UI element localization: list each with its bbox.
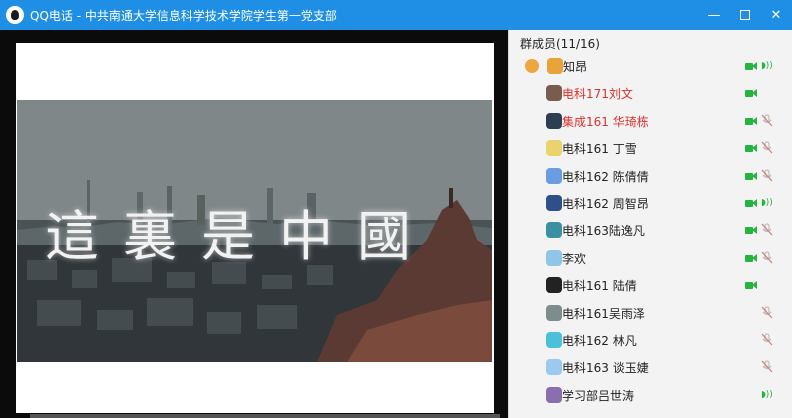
video-camera-icon bbox=[745, 89, 757, 98]
member-name: 电科161 丁雪 bbox=[562, 142, 637, 157]
user-avatar-orange bbox=[547, 58, 563, 74]
user-avatar-navy bbox=[546, 195, 562, 211]
video-camera-icon bbox=[745, 253, 757, 263]
user-avatar-lightblue bbox=[546, 359, 562, 376]
qq-logo-icon bbox=[6, 6, 24, 24]
member-name: 电科162 陈倩倩 bbox=[562, 169, 649, 184]
member-name: 集成161 华琦栋 bbox=[562, 114, 649, 129]
window-title: QQ电话 - 中共南通大学信息科学技术学院学生第一党支部 bbox=[30, 8, 337, 23]
speaking-icon: ◗)) bbox=[761, 389, 773, 400]
video-camera-icon bbox=[745, 199, 757, 208]
member-row[interactable]: 电科171刘文 bbox=[509, 80, 792, 107]
caption-char: 國 bbox=[357, 205, 413, 268]
title-bar: QQ电话 - 中共南通大学信息科学技术学院学生第一党支部 — ✕ bbox=[0, 0, 792, 30]
member-name: 知昂 bbox=[563, 60, 588, 74]
shared-screen-frame: 這 裏 是 中 國 bbox=[16, 43, 494, 413]
member-row[interactable]: 电科163陆逸凡 bbox=[509, 217, 792, 244]
user-avatar-blue bbox=[546, 167, 562, 184]
user-avatar-teal bbox=[546, 222, 562, 239]
member-row[interactable]: 电科163 谈玉婕 bbox=[509, 354, 792, 381]
mic-muted-icon bbox=[761, 114, 773, 130]
member-name: 电科163陆逸凡 bbox=[562, 224, 645, 239]
video-camera-icon bbox=[745, 171, 757, 181]
maximize-button[interactable] bbox=[740, 10, 750, 20]
speaking-icon: ◗)) bbox=[761, 198, 773, 208]
user-avatar-sky bbox=[546, 249, 562, 266]
mic-muted-icon bbox=[761, 360, 773, 376]
owner-icon bbox=[525, 59, 539, 73]
member-row[interactable]: 学习部吕世涛 ◗)) bbox=[509, 382, 792, 409]
user-avatar-grey bbox=[546, 304, 562, 321]
video-camera-icon bbox=[745, 116, 757, 126]
member-row[interactable]: 电科162 陈倩倩 bbox=[509, 163, 792, 190]
thumbnail-strip bbox=[30, 414, 500, 418]
member-name: 电科171刘文 bbox=[562, 87, 633, 102]
user-avatar-cyan bbox=[546, 332, 562, 348]
member-name: 电科162 周智昂 bbox=[562, 197, 649, 211]
close-button[interactable]: ✕ bbox=[768, 8, 784, 23]
member-row[interactable]: 李欢 bbox=[509, 245, 792, 272]
member-row[interactable]: 电科162 林凡 bbox=[509, 327, 792, 354]
member-name: 李欢 bbox=[562, 251, 587, 266]
mic-muted-icon bbox=[761, 305, 773, 322]
mic-muted-icon bbox=[761, 251, 773, 267]
video-camera-icon bbox=[745, 144, 757, 153]
caption-char: 中 bbox=[279, 205, 335, 268]
member-row[interactable]: 电科161 陆倩 bbox=[509, 272, 792, 299]
member-count-header: 群成员(11/16) bbox=[520, 37, 600, 51]
member-panel: 群成员(11/16) 知昂 ◗)) 电科171刘文集成161 华琦栋 电科161 丁雪… bbox=[508, 30, 792, 418]
caption-char: 裏 bbox=[123, 205, 179, 268]
member-name: 电科163 谈玉婕 bbox=[562, 361, 649, 376]
member-row[interactable]: 知昂 ◗)) bbox=[509, 53, 792, 80]
minimize-button[interactable]: — bbox=[706, 8, 722, 23]
mic-muted-icon bbox=[761, 141, 773, 157]
user-avatar-dark bbox=[546, 112, 562, 129]
member-name: 电科162 林凡 bbox=[562, 334, 637, 348]
mic-muted-icon bbox=[761, 333, 773, 349]
video-camera-icon bbox=[745, 281, 757, 290]
mic-muted-icon bbox=[761, 223, 773, 239]
member-name: 电科161吴雨泽 bbox=[562, 306, 645, 321]
user-avatar-purple bbox=[546, 386, 562, 403]
video-camera-icon bbox=[745, 62, 757, 71]
video-content: 這 裏 是 中 國 bbox=[17, 100, 492, 362]
user-avatar-yellow bbox=[546, 140, 562, 157]
member-name: 电科161 陆倩 bbox=[562, 279, 637, 294]
video-camera-icon bbox=[745, 226, 757, 235]
member-row[interactable]: 电科162 周智昂 ◗)) bbox=[509, 190, 792, 217]
speaking-icon: ◗)) bbox=[761, 61, 773, 71]
video-caption: 這 裏 是 中 國 bbox=[45, 192, 413, 271]
member-row[interactable]: 电科161吴雨泽 bbox=[509, 300, 792, 327]
video-stage: 這 裏 是 中 國 bbox=[0, 30, 508, 418]
user-avatar-photo bbox=[546, 85, 562, 102]
member-row[interactable]: 电科161 丁雪 bbox=[509, 135, 792, 162]
member-row[interactable]: 集成161 华琦栋 bbox=[509, 108, 792, 135]
member-name: 学习部吕世涛 bbox=[562, 388, 635, 403]
user-avatar-black bbox=[546, 277, 562, 294]
mic-muted-icon bbox=[761, 168, 773, 185]
caption-char: 這 bbox=[45, 205, 101, 268]
caption-char: 是 bbox=[201, 205, 257, 268]
